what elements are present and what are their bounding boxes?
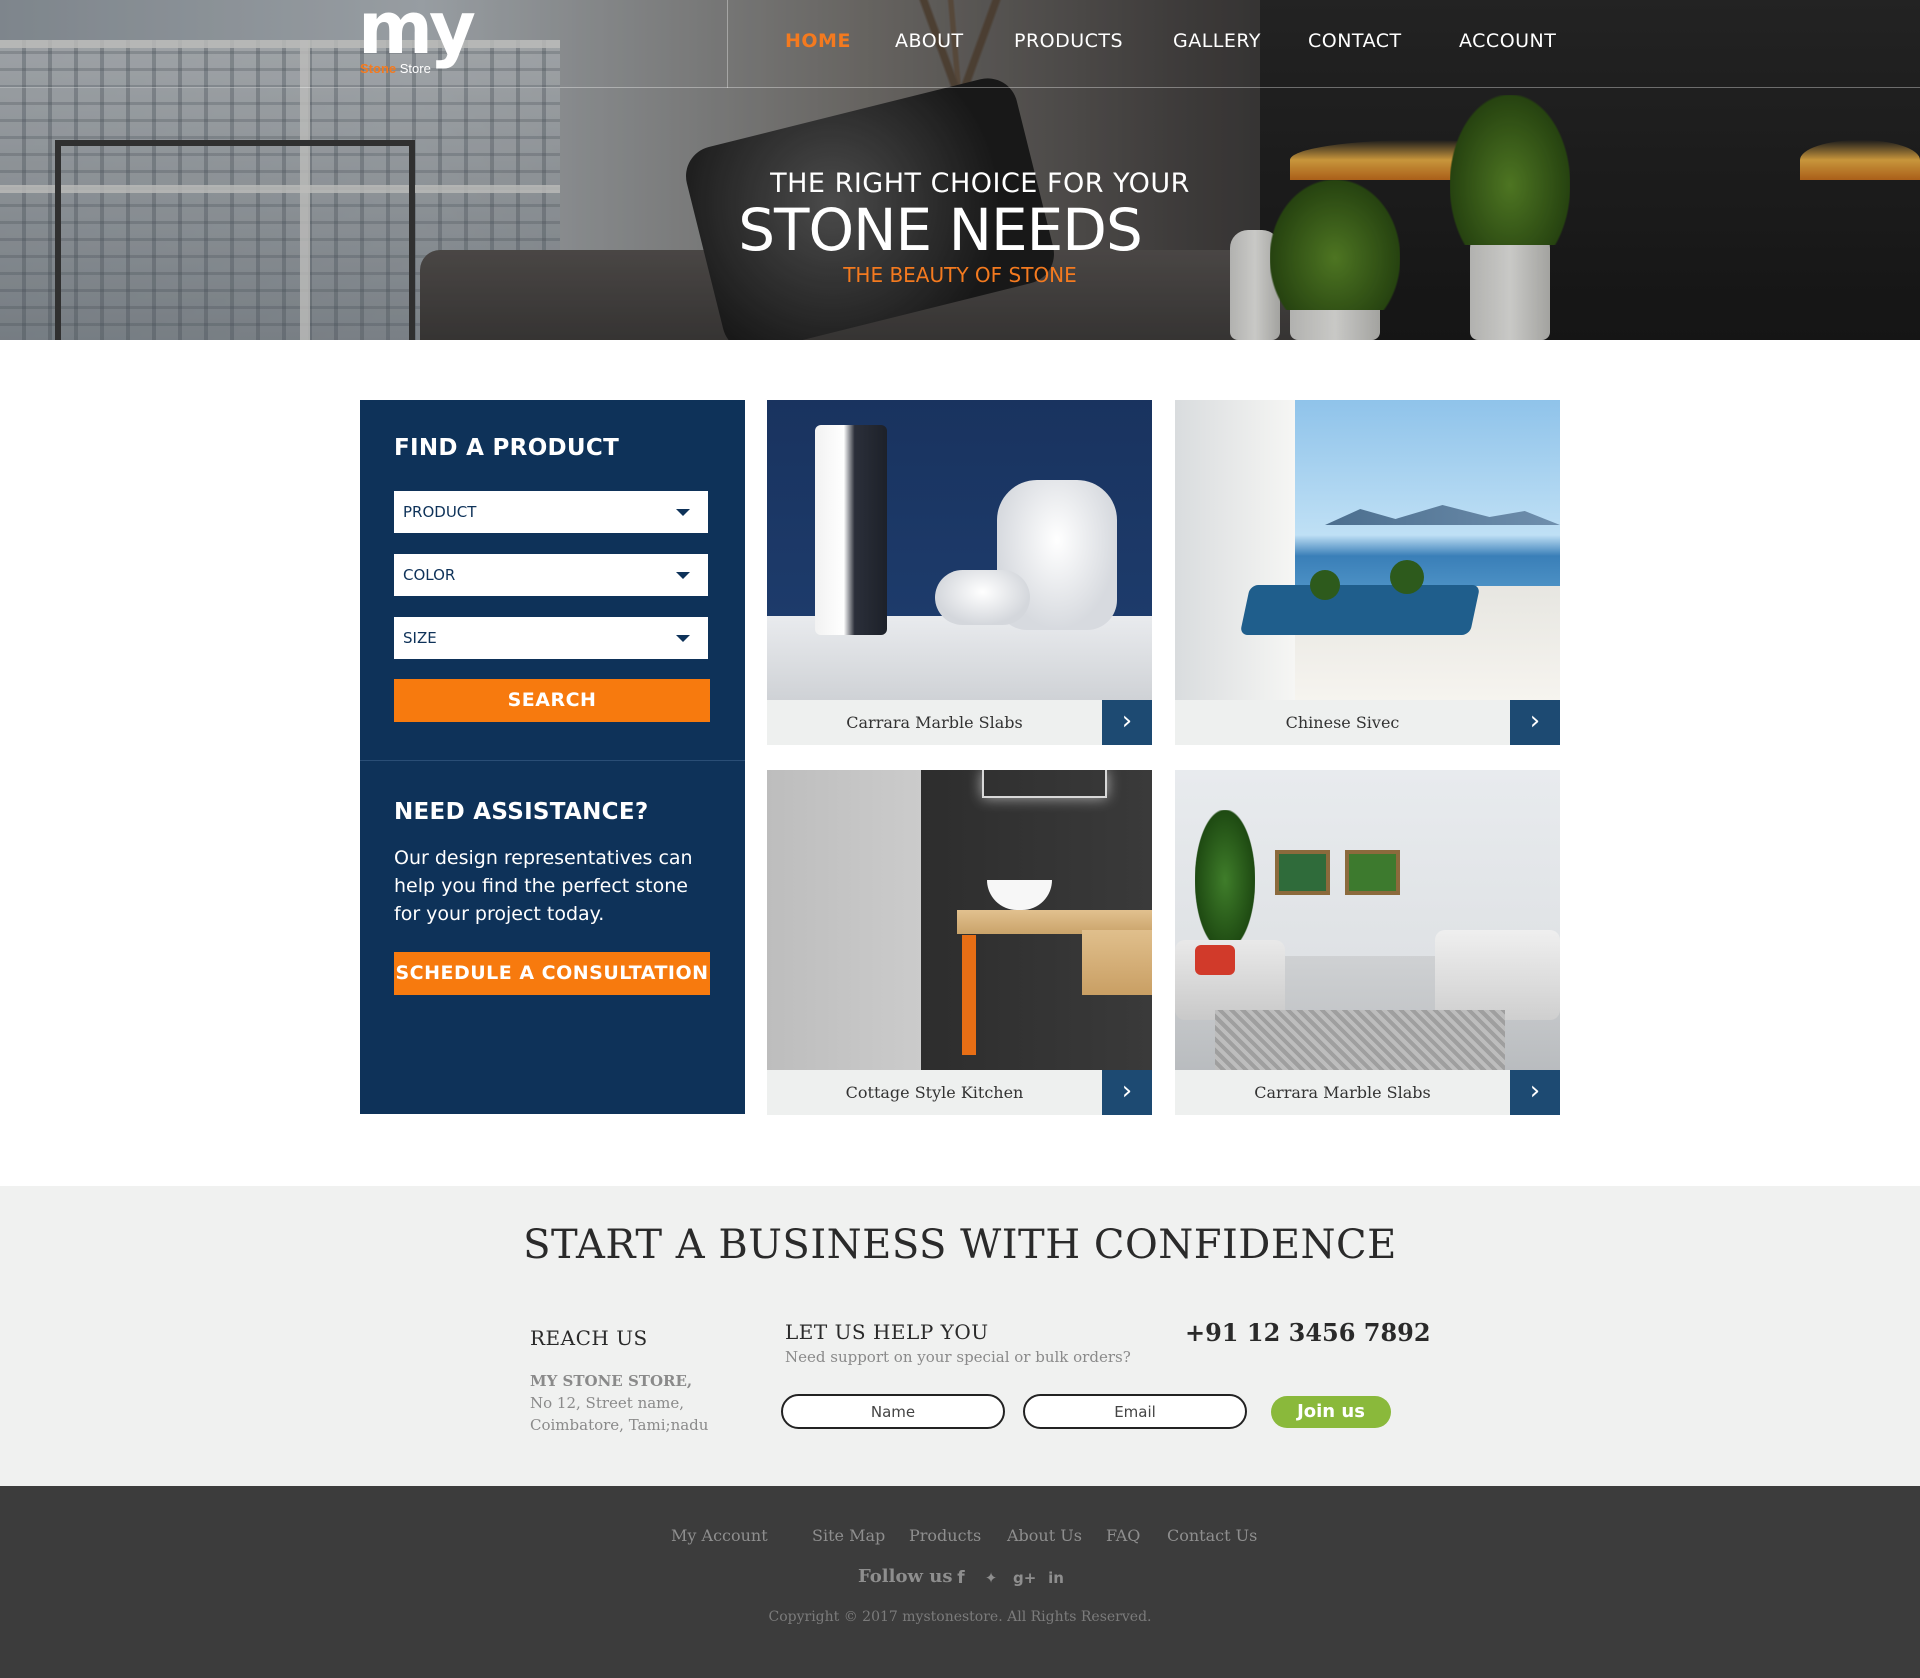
mirror-illustration [982,770,1107,798]
product-image[interactable] [767,770,1152,1070]
ottoman-illustration [935,570,1030,625]
product-caption[interactable]: Carrara Marble Slabs [767,700,1102,745]
product-image[interactable] [767,400,1152,700]
chevron-down-icon [676,572,690,579]
twitter-icon[interactable]: ✦ [981,1568,1001,1588]
painting-illustration [1345,850,1400,895]
rug-illustration [1215,1010,1505,1070]
sofa-illustration [1435,930,1560,1020]
building-wall-illustration [1175,400,1295,700]
logo-subtitle-stone: Stone [360,61,397,76]
help-subtitle: Need support on your special or bulk ord… [785,1348,1131,1366]
address-line: MY STONE STORE, [530,1372,693,1390]
hero-line-1: THE RIGHT CHOICE FOR YOUR [770,168,1190,199]
panel-divider [360,760,745,761]
facebook-icon[interactable]: f [951,1568,971,1588]
product-select[interactable]: PRODUCT [394,491,708,533]
nav-about[interactable]: ABOUT [895,30,964,52]
product-caption[interactable]: Chinese Sivec [1175,700,1510,745]
vanity-drawer-illustration [1082,930,1152,995]
chevron-right-icon[interactable]: › [1510,700,1560,745]
nav-gallery[interactable]: GALLERY [1173,30,1261,52]
name-field[interactable] [781,1394,1005,1429]
potted-plant-illustration [1390,560,1424,594]
basin-illustration [987,880,1052,910]
google-plus-icon[interactable]: g+ [1013,1568,1036,1588]
nav-home[interactable]: HOME [785,30,851,52]
potted-plant-illustration [1310,570,1340,600]
assistance-text: Our design representatives can help you … [394,847,693,925]
product-card[interactable]: Cottage Style Kitchen › [767,770,1152,1115]
hero-tagline: THE BEAUTY OF STONE [843,263,1077,287]
email-field[interactable] [1023,1394,1247,1429]
footer-link-products[interactable]: Products [909,1526,981,1545]
mountains-illustration [1325,505,1560,525]
product-card[interactable]: Carrara Marble Slabs › [767,400,1152,745]
nav-products[interactable]: PRODUCTS [1014,30,1123,52]
logo-subtitle-store: Store [399,61,431,76]
speaker-illustration [815,425,887,635]
chevron-right-icon[interactable]: › [1510,1070,1560,1115]
product-select-label: PRODUCT [403,503,477,521]
search-button[interactable]: SEARCH [394,679,710,722]
chevron-right-icon[interactable]: › [1102,1070,1152,1115]
need-assistance-title: NEED ASSISTANCE? [394,799,649,825]
lounger-illustration [1239,585,1481,635]
nav-contact[interactable]: CONTACT [1308,30,1402,52]
chevron-right-icon[interactable]: › [1102,700,1152,745]
business-section: START A BUSINESS WITH CONFIDENCE REACH U… [0,1186,1920,1486]
follow-us-label: Follow us [858,1566,953,1587]
address-line: Coimbatore, Tami;nadu [530,1416,709,1434]
product-caption[interactable]: Cottage Style Kitchen [767,1070,1102,1115]
plant-illustration [1195,810,1255,950]
hero-line-2: STONE NEEDS [738,196,1143,264]
size-select[interactable]: SIZE [394,617,708,659]
product-image[interactable] [1175,770,1560,1070]
hero-headline: THE RIGHT CHOICE FOR YOUR STONE NEEDS TH… [0,168,1920,287]
let-us-help-title: LET US HELP YOU [785,1320,989,1344]
product-card[interactable]: Carrara Marble Slabs › [1175,770,1560,1115]
schedule-consultation-button[interactable]: SCHEDULE A CONSULTATION [394,952,710,995]
join-us-button[interactable]: Join us [1271,1396,1391,1428]
painting-illustration [1275,850,1330,895]
chevron-down-icon [676,635,690,642]
product-image[interactable] [1175,400,1560,700]
chevron-down-icon [676,509,690,516]
footer-link-site-map[interactable]: Site Map [812,1526,885,1545]
color-select-label: COLOR [403,566,456,584]
color-select[interactable]: COLOR [394,554,708,596]
phone-number[interactable]: +91 12 3456 7892 [1185,1318,1431,1347]
footer-link-my-account[interactable]: My Account [671,1526,768,1545]
logo-subtitle: Stone Store [360,61,431,76]
finder-panel: FIND A PRODUCT PRODUCT COLOR SIZE SEARCH… [360,400,745,1114]
size-select-label: SIZE [403,629,437,647]
cushion-illustration [1195,945,1235,975]
footer-link-faq[interactable]: FAQ [1106,1526,1140,1545]
nav-account[interactable]: ACCOUNT [1459,30,1556,52]
product-card[interactable]: Chinese Sivec › [1175,400,1560,745]
hero-banner: my Stone Store HOME ABOUT PRODUCTS GALLE… [0,0,1920,340]
main-nav: HOME ABOUT PRODUCTS GALLERY CONTACT ACCO… [0,30,1920,60]
footer-links: My Account Site Map Products About Us FA… [0,1526,1920,1548]
address-line: No 12, Street name, [530,1394,685,1412]
reach-us-title: REACH US [530,1326,648,1350]
footer-link-about-us[interactable]: About Us [1007,1526,1082,1545]
footer-link-contact-us[interactable]: Contact Us [1167,1526,1257,1545]
footer: My Account Site Map Products About Us FA… [0,1486,1920,1678]
business-title: START A BUSINESS WITH CONFIDENCE [523,1222,1397,1268]
towel-illustration [962,935,976,1055]
find-product-title: FIND A PRODUCT [394,435,620,461]
linkedin-icon[interactable]: in [1046,1568,1066,1588]
product-caption[interactable]: Carrara Marble Slabs [1175,1070,1510,1115]
copyright-text: Copyright © 2017 mystonestore. All Right… [768,1609,1152,1625]
